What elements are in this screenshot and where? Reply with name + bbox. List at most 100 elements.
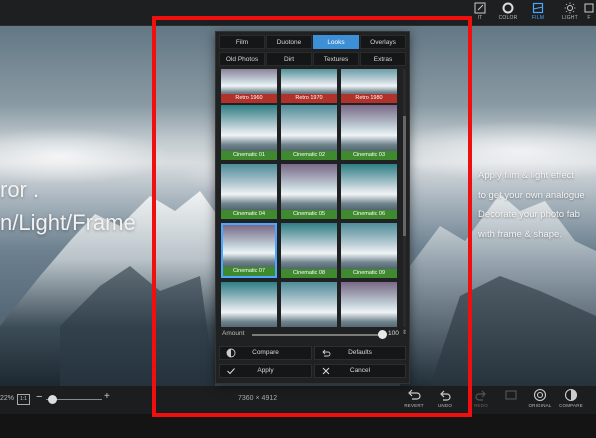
description-line: Decorate your photo fab (478, 209, 580, 220)
compare-icon (564, 388, 578, 402)
undo-icon (440, 390, 451, 401)
description-line: with frame & shape. (478, 228, 562, 240)
film-tool-label: FILM (531, 15, 545, 21)
tab-extras[interactable]: Extras (360, 52, 406, 66)
amount-value: 100 (388, 330, 399, 337)
zoom-slider-handle[interactable] (48, 395, 57, 404)
look-thumbnail-label: Retro 1970 (281, 94, 337, 103)
bottom-toolbar: 22% 1:1 − + 7360 × 4912 REVERT UNDO REDO (0, 386, 596, 414)
look-thumbnail-label: Cinematic 06 (341, 210, 397, 219)
look-thumbnail-label: Cinematic 08 (281, 269, 337, 278)
look-thumbnail[interactable]: Cinematic 09 (341, 223, 397, 278)
frame-tool[interactable]: F (582, 0, 596, 25)
frame-tool-label: F (587, 15, 591, 21)
redo-button[interactable]: REDO (466, 388, 496, 408)
revert-icon (408, 389, 421, 400)
description-line: Apply film & light effect (478, 170, 574, 181)
image-dimensions: 7360 × 4912 (238, 395, 278, 402)
redo-icon (475, 390, 486, 401)
look-thumbnail[interactable]: Cinematic 06 (341, 164, 397, 219)
tab-dirt[interactable]: Dirt (266, 52, 312, 66)
look-thumbnail[interactable]: Retro 1960 (221, 69, 277, 103)
description-line: to get your own analogue (478, 189, 585, 201)
look-thumbnail[interactable]: Cinematic 08 (281, 223, 337, 278)
undo-label: UNDO (437, 403, 453, 408)
compare-button-label: Compare (252, 349, 279, 356)
look-thumbnail-label: Cinematic 09 (341, 269, 397, 278)
tab-looks[interactable]: Looks (313, 35, 359, 49)
film-tool[interactable]: FILM (522, 0, 554, 25)
look-thumbnail[interactable]: Cinematic 07 (221, 223, 277, 278)
original-label: ORIGINAL (528, 403, 552, 408)
zoom-level: 22% (0, 395, 15, 402)
compare-toggle-button[interactable]: COMPARE (556, 388, 586, 408)
compare-toggle-label: COMPARE (559, 403, 583, 408)
tab-row-primary: Film Duotone Looks Overlays (219, 35, 406, 49)
look-thumbnail-label: Cinematic 01 (221, 151, 277, 160)
tab-film[interactable]: Film (219, 35, 265, 49)
history-icon (505, 390, 517, 400)
look-thumbnail[interactable]: Cinematic 04 (221, 164, 277, 219)
look-thumbnail-label: Cinematic 05 (281, 210, 337, 219)
amount-slider-row: Amount 100 ⇕ (222, 329, 407, 341)
look-thumbnail[interactable]: Cinematic 01 (221, 105, 277, 160)
tab-textures[interactable]: Textures (313, 52, 359, 66)
canvas-description: Apply film & light effect to get your ow… (478, 166, 585, 244)
amount-slider-handle[interactable] (378, 330, 387, 339)
looks-thumbnail-grid: Retro 1960 Retro 1970 Retro 1980 Cinematic … (220, 69, 402, 327)
tab-old-photos[interactable]: Old Photos (219, 52, 265, 66)
scrollbar-thumb[interactable] (403, 116, 406, 236)
thumbnail-preview (341, 282, 397, 327)
thumbnail-scrollbar[interactable] (403, 69, 406, 327)
film-icon (532, 2, 544, 14)
color-tool-label: COLOR (498, 15, 518, 21)
look-thumbnail[interactable]: Cinematic 03 (341, 105, 397, 160)
defaults-button[interactable]: Defaults (314, 346, 406, 360)
look-thumbnail-label: Retro 1980 (341, 94, 397, 103)
tab-row-secondary: Old Photos Dirt Textures Extras (219, 52, 406, 66)
zoom-in-icon[interactable]: + (104, 391, 110, 402)
amount-stepper-icon[interactable]: ⇕ (402, 329, 407, 336)
original-icon (533, 388, 547, 402)
frame-icon (584, 3, 594, 13)
tab-overlays[interactable]: Overlays (360, 35, 406, 49)
original-button[interactable]: ORIGINAL (525, 388, 555, 408)
defaults-button-label: Defaults (348, 349, 372, 356)
cancel-button-label: Cancel (349, 367, 371, 374)
zoom-out-icon[interactable]: − (36, 391, 42, 403)
look-thumbnail-label: Cinematic 02 (281, 151, 337, 160)
undo-button[interactable]: UNDO (430, 388, 460, 408)
revert-label: REVERT (404, 403, 424, 408)
amount-slider-track[interactable] (252, 334, 382, 336)
look-thumbnail[interactable]: Retro 1970 (281, 69, 337, 103)
cancel-button[interactable]: Cancel (314, 364, 406, 378)
look-thumbnail[interactable] (221, 282, 277, 327)
look-thumbnail[interactable]: Cinematic 02 (281, 105, 337, 160)
canvas-text-line-1: ror . (0, 177, 40, 202)
look-thumbnail-label: Cinematic 03 (341, 151, 397, 160)
canvas-text-line-2: n/Light/Frame (0, 210, 136, 235)
color-circle-icon (502, 2, 514, 14)
apply-button[interactable]: Apply (219, 364, 312, 378)
thumbnail-preview (281, 282, 337, 327)
edit-icon (474, 2, 486, 14)
film-effects-panel: Film Duotone Looks Overlays Old Photos D… (215, 31, 410, 384)
look-thumbnail[interactable]: Retro 1980 (341, 69, 397, 103)
top-toolbar: IT COLOR FILM LIGHT F (0, 0, 596, 26)
look-thumbnail-label: Cinematic 07 (223, 267, 275, 276)
fit-button[interactable]: 1:1 (17, 394, 30, 405)
look-thumbnail[interactable]: Cinematic 05 (281, 164, 337, 219)
redo-label: REDO (474, 403, 488, 408)
look-thumbnail-label: Cinematic 04 (221, 210, 277, 219)
compare-button[interactable]: Compare (219, 346, 312, 360)
thumbnail-preview (221, 282, 277, 327)
look-thumbnail[interactable] (341, 282, 397, 327)
color-tool[interactable]: COLOR (492, 0, 524, 25)
amount-label: Amount (222, 330, 245, 337)
revert-button[interactable]: REVERT (399, 388, 429, 408)
apply-button-label: Apply (257, 367, 274, 374)
look-thumbnail[interactable] (281, 282, 337, 327)
history-button[interactable] (496, 388, 526, 403)
tab-duotone[interactable]: Duotone (266, 35, 312, 49)
sun-icon (564, 2, 576, 14)
